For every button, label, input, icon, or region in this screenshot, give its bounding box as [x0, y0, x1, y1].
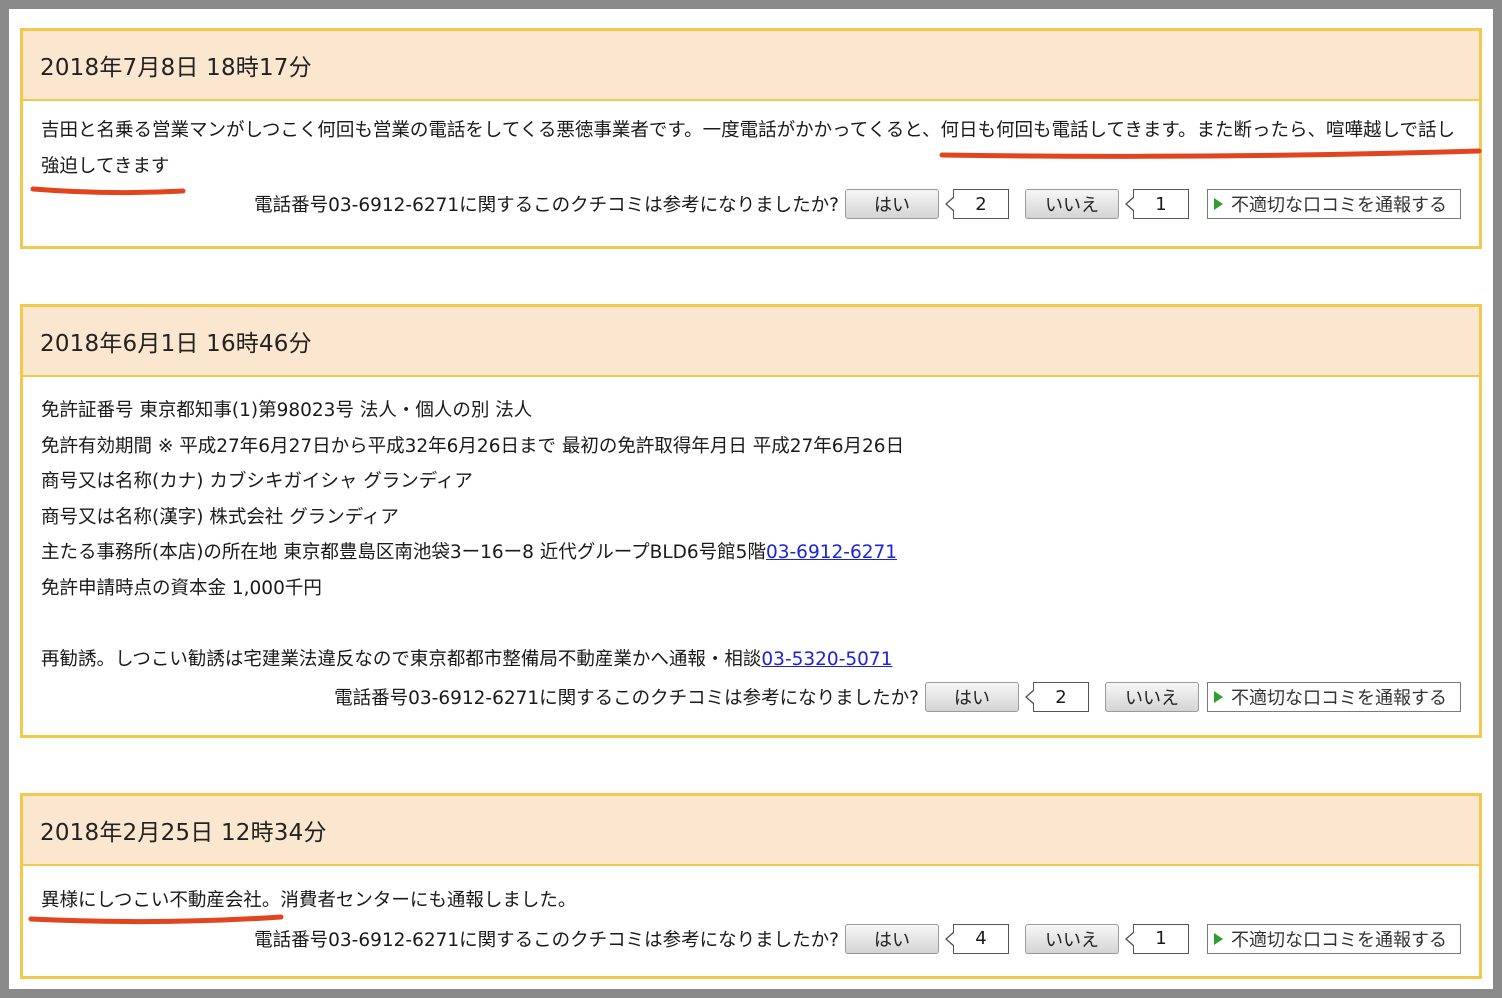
review-text-highlighted: 強迫してきます: [41, 155, 170, 177]
report-label: 不適切な口コミを通報する: [1231, 195, 1447, 216]
report-label: 不適切な口コミを通報する: [1231, 688, 1447, 709]
review-text: 吉田と名乗る営業マンがしつこく何回も営業の電話をしてくる悪徳事業者です。一度電話…: [41, 120, 941, 141]
yes-count: 2: [1025, 682, 1089, 712]
license-period-line: 免許有効期間 ※ 平成27年6月27日から平成32年6月26日まで 最初の免許取…: [41, 435, 905, 457]
yes-count: 4: [945, 923, 1009, 954]
review-date: 2018年2月25日 12時34分: [23, 796, 1479, 866]
review-text-line-1: 異様にしつこい不動産会社。消費者センターにも通報しました。: [41, 883, 1461, 919]
office-address: 主たる事務所(本店)の所在地 東京都豊島区南池袋3ー16ー8 近代グループBLD…: [41, 542, 766, 563]
helpful-yes-button[interactable]: はい: [925, 682, 1019, 712]
report-review-button[interactable]: 不適切な口コミを通報する: [1207, 682, 1461, 712]
page-frame: 2018年7月8日 18時17分 吉田と名乗る営業マンがしつこく何回も営業の電話…: [9, 9, 1493, 989]
helpful-yes-button[interactable]: はい: [845, 923, 939, 954]
vote-question: 電話番号03-6912-6271に関するこのクチコミは参考になりましたか?: [334, 688, 919, 709]
phone-link[interactable]: 03-6912-6271: [766, 542, 897, 563]
vote-question: 電話番号03-6912-6271に関するこのクチコミは参考になりましたか?: [254, 929, 839, 951]
phone-link[interactable]: 03-5320-5071: [761, 649, 892, 670]
vote-row: 電話番号03-6912-6271に関するこのクチコミは参考になりましたか? はい…: [41, 677, 1461, 717]
report-info-line: 再勧誘。しつこい勧誘は宅建業法違反なので東京都都市整備局不動産業かへ通報・相談0…: [41, 642, 1461, 678]
review-text-line-1: 吉田と名乗る営業マンがしつこく何回も営業の電話をしてくる悪徳事業者です。一度電話…: [41, 113, 1461, 149]
play-arrow-icon: [1214, 691, 1223, 703]
yes-count: 2: [945, 189, 1009, 219]
trade-name-kanji-line: 商号又は名称(漢字) 株式会社 グランディア: [41, 506, 399, 528]
review-text-line-2: 強迫してきます: [41, 149, 1461, 185]
vote-row: 電話番号03-6912-6271に関するこのクチコミは参考になりましたか? はい…: [41, 184, 1461, 224]
review-text: 。消費者センターにも通報しました。: [261, 890, 577, 911]
helpful-no-button[interactable]: いいえ: [1025, 923, 1119, 954]
report-review-button[interactable]: 不適切な口コミを通報する: [1207, 923, 1461, 954]
report-label: 不適切な口コミを通報する: [1231, 929, 1447, 951]
play-arrow-icon: [1214, 198, 1223, 210]
vote-row: 電話番号03-6912-6271に関するこのクチコミは参考になりましたか? はい…: [41, 919, 1461, 959]
report-review-button[interactable]: 不適切な口コミを通報する: [1207, 189, 1461, 219]
review-card-2: 2018年6月1日 16時46分 免許証番号 東京都知事(1)第98023号 法…: [20, 304, 1482, 738]
review-card-3: 2018年2月25日 12時34分 異様にしつこい不動産会社。消費者センターにも…: [20, 793, 1482, 979]
review-card-1: 2018年7月8日 18時17分 吉田と名乗る営業マンがしつこく何回も営業の電話…: [20, 28, 1482, 249]
report-info-text: 再勧誘。しつこい勧誘は宅建業法違反なので東京都都市整備局不動産業かへ通報・相談: [41, 648, 762, 670]
review-text-highlighted: 何日も何回も電話してきます。また断ったら、喧嘩越しで話し: [940, 120, 1455, 141]
office-address-line: 主たる事務所(本店)の所在地 東京都豊島区南池袋3ー16ー8 近代グループBLD…: [41, 535, 1461, 571]
review-date: 2018年7月8日 18時17分: [23, 31, 1479, 101]
review-text-highlighted: 異様にしつこい不動産会社: [41, 890, 262, 911]
license-number-line: 免許証番号 東京都知事(1)第98023号 法人・個人の別 法人: [41, 400, 533, 421]
vote-question: 電話番号03-6912-6271に関するこのクチコミは参考になりましたか?: [254, 195, 839, 216]
helpful-no-button[interactable]: いいえ: [1025, 189, 1119, 219]
no-count: 1: [1125, 923, 1189, 954]
helpful-yes-button[interactable]: はい: [845, 189, 939, 219]
review-date: 2018年6月1日 16時46分: [23, 307, 1479, 377]
no-count: 1: [1125, 189, 1189, 219]
play-arrow-icon: [1214, 932, 1223, 945]
helpful-no-button[interactable]: いいえ: [1105, 682, 1199, 712]
trade-name-kana-line: 商号又は名称(カナ) カブシキガイシャ グランディア: [41, 471, 473, 492]
capital-line: 免許申請時点の資本金 1,000千円: [41, 577, 322, 599]
